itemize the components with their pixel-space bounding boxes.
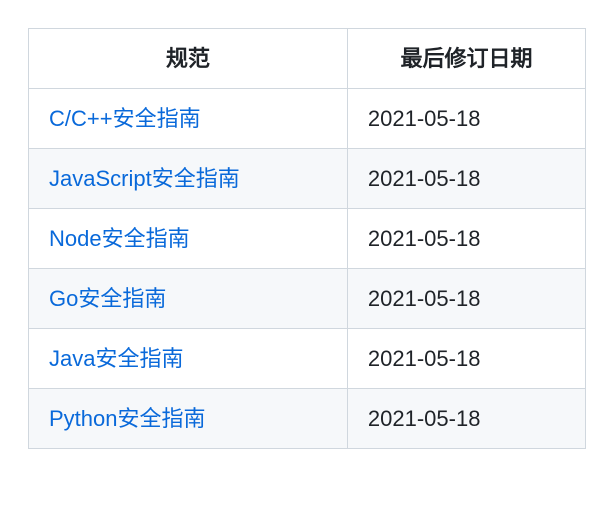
spec-cell: Go安全指南 [29,269,348,329]
security-guides-table: 规范 最后修订日期 C/C++安全指南 2021-05-18 JavaScrip… [28,28,586,449]
table-row: Java安全指南 2021-05-18 [29,329,586,389]
table-row: Python安全指南 2021-05-18 [29,389,586,449]
date-cell: 2021-05-18 [347,209,585,269]
header-date: 最后修订日期 [347,29,585,89]
table-header-row: 规范 最后修订日期 [29,29,586,89]
spec-cell: Java安全指南 [29,329,348,389]
date-cell: 2021-05-18 [347,389,585,449]
spec-cell: C/C++安全指南 [29,89,348,149]
header-spec: 规范 [29,29,348,89]
spec-link[interactable]: Node安全指南 [49,226,190,251]
table-row: Go安全指南 2021-05-18 [29,269,586,329]
date-cell: 2021-05-18 [347,89,585,149]
spec-link[interactable]: C/C++安全指南 [49,106,201,131]
spec-cell: Node安全指南 [29,209,348,269]
spec-link[interactable]: Java安全指南 [49,346,183,371]
table-row: C/C++安全指南 2021-05-18 [29,89,586,149]
spec-link[interactable]: Go安全指南 [49,286,166,311]
spec-link[interactable]: JavaScript安全指南 [49,166,240,191]
spec-link[interactable]: Python安全指南 [49,406,206,431]
date-cell: 2021-05-18 [347,329,585,389]
spec-cell: Python安全指南 [29,389,348,449]
table-row: JavaScript安全指南 2021-05-18 [29,149,586,209]
table-row: Node安全指南 2021-05-18 [29,209,586,269]
date-cell: 2021-05-18 [347,269,585,329]
spec-cell: JavaScript安全指南 [29,149,348,209]
date-cell: 2021-05-18 [347,149,585,209]
